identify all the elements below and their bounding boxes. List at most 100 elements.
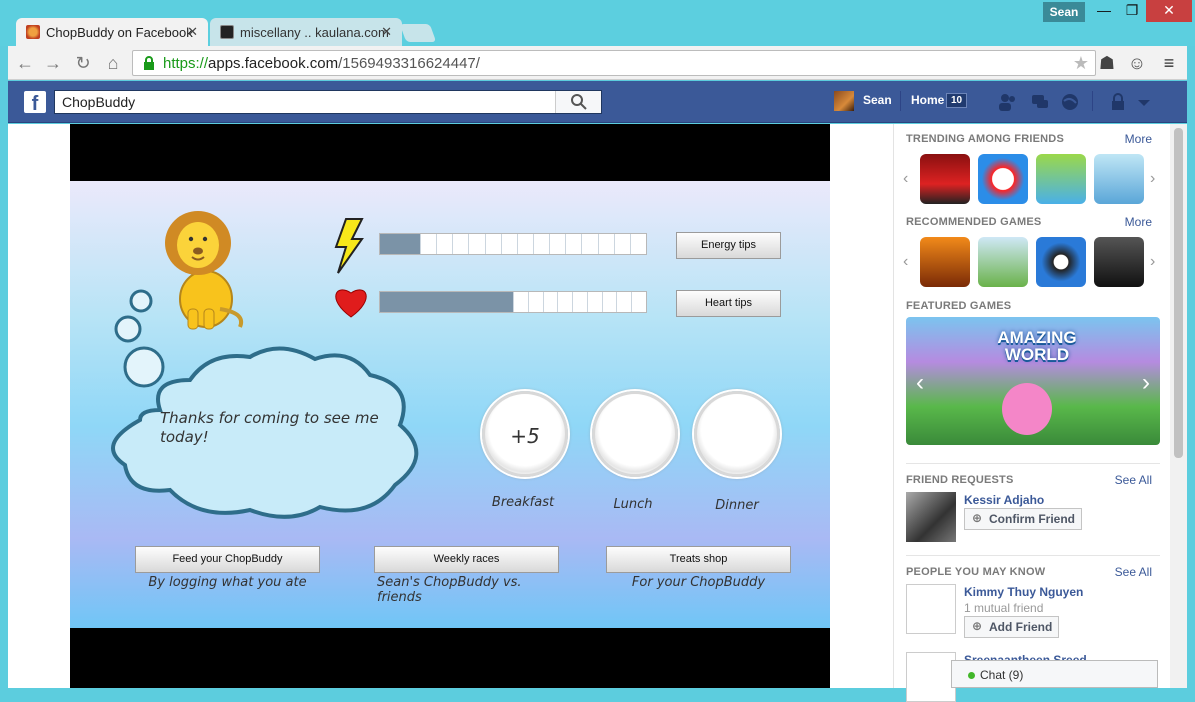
url-host: apps.facebook.com [208, 55, 339, 72]
new-tab-button[interactable] [399, 24, 437, 42]
settings-dropdown-icon[interactable] [1134, 92, 1154, 112]
game-canvas: Thanks for coming to see me today! Energ… [70, 181, 830, 628]
request-name[interactable]: Kessir Adjaho [964, 493, 1044, 507]
lunch-plate[interactable] [592, 391, 678, 477]
close-tab-icon[interactable]: ✕ [187, 24, 198, 40]
suggestion-name[interactable]: Kimmy Thuy Nguyen [964, 585, 1083, 599]
friend-requests-see-all[interactable]: See All [1115, 473, 1152, 487]
featured-next-icon[interactable]: › [1142, 369, 1150, 397]
treats-shop-button[interactable]: Treats shop [606, 546, 791, 573]
chat-label: Chat (9) [980, 668, 1024, 682]
confirm-friend-button[interactable]: ⊕ Confirm Friend [964, 508, 1082, 530]
lightning-energy-icon [334, 218, 364, 274]
avatar[interactable] [906, 492, 956, 542]
recommended-more-link[interactable]: More [1125, 215, 1152, 229]
friend-requests-icon[interactable] [998, 92, 1018, 112]
game-thumb-poker[interactable] [920, 154, 970, 204]
scrollbar-thumb[interactable] [1174, 128, 1183, 458]
facebook-logo-icon[interactable]: f [24, 91, 46, 115]
weekly-races-button[interactable]: Weekly races [374, 546, 559, 573]
browser-toolbar: ← → ↻ ⌂ https://apps.facebook.com/156949… [8, 46, 1187, 80]
extension-icon[interactable]: ☗ [1096, 52, 1118, 74]
address-bar[interactable]: https://apps.facebook.com/15694933166244… [132, 50, 1096, 76]
home-icon[interactable]: ⌂ [102, 52, 124, 74]
facebook-bluebar: f ChopBuddy Sean Home 10 [8, 81, 1187, 123]
game-thumb-smurfs[interactable] [1036, 154, 1086, 204]
search-input[interactable]: ChopBuddy [54, 90, 602, 114]
feed-caption: By logging what you ate [148, 575, 307, 590]
recommended-next-icon[interactable]: › [1150, 253, 1155, 271]
breakfast-value: +5 [510, 424, 540, 448]
mutual-friends: 1 mutual friend [964, 601, 1044, 615]
chat-bar[interactable]: Chat (9) [951, 660, 1158, 688]
add-person-icon: ⊕ [972, 619, 983, 633]
featured-heading: FEATURED GAMES [906, 300, 1012, 312]
search-value: ChopBuddy [62, 94, 136, 110]
kaulana-favicon-icon [220, 25, 234, 39]
game-thumb-fast-furious[interactable] [1094, 237, 1144, 287]
messages-icon[interactable] [1030, 92, 1050, 112]
featured-game-banner[interactable]: AMAZING WORLD ‹ › [906, 317, 1160, 445]
trending-prev-icon[interactable]: ‹ [903, 170, 908, 188]
browser-user-badge[interactable]: Sean [1043, 2, 1085, 22]
people-see-all[interactable]: See All [1115, 565, 1152, 579]
friend-requests-heading: FRIEND REQUESTS [906, 474, 1014, 486]
game-thumb-8ball[interactable] [1036, 237, 1086, 287]
races-caption: Sean's ChopBuddy vs. friends [377, 575, 522, 605]
dinner-label: Dinner [715, 498, 759, 513]
back-icon[interactable]: ← [14, 52, 36, 74]
right-sidebar: TRENDING AMONG FRIENDS More ‹ › RECOMMEN… [893, 124, 1170, 702]
trending-more-link[interactable]: More [1125, 132, 1152, 146]
extension-monkey-icon[interactable]: ☺ [1126, 52, 1148, 74]
recommended-prev-icon[interactable]: ‹ [903, 253, 908, 271]
home-link[interactable]: Home [911, 93, 944, 107]
lunch-label: Lunch [613, 497, 653, 512]
url-path: /1569493316624447/ [338, 55, 480, 72]
featured-character [1002, 383, 1052, 435]
trending-heading: TRENDING AMONG FRIENDS [906, 133, 1064, 145]
people-heading: PEOPLE YOU MAY KNOW [906, 566, 1046, 578]
confirm-friend-label: Confirm Friend [989, 512, 1075, 526]
url-scheme: https:// [163, 55, 209, 72]
add-person-icon: ⊕ [972, 511, 983, 525]
heart-tips-button[interactable]: Heart tips [676, 290, 781, 317]
heart-meter [379, 291, 647, 313]
breakfast-label: Breakfast [491, 495, 555, 510]
maximize-icon[interactable]: ❐ [1118, 0, 1146, 22]
tab-title: miscellany .. kaulana.com [240, 25, 389, 40]
reload-icon[interactable]: ↻ [72, 52, 94, 74]
tab-title: ChopBuddy on Facebook [46, 25, 193, 40]
notifications-globe-icon[interactable] [1060, 92, 1080, 112]
tab-kaulana[interactable]: miscellany .. kaulana.com ✕ [210, 18, 402, 46]
avatar[interactable] [906, 652, 956, 702]
game-thumb-deer[interactable] [920, 237, 970, 287]
featured-game-title: AMAZING WORLD [997, 328, 1077, 364]
avatar[interactable] [906, 584, 956, 634]
avatar[interactable] [834, 91, 854, 111]
close-tab-icon[interactable]: ✕ [381, 24, 392, 40]
feed-chopbuddy-button[interactable]: Feed your ChopBuddy [135, 546, 320, 573]
tab-chopbuddy[interactable]: ChopBuddy on Facebook ✕ [16, 18, 208, 46]
add-friend-button[interactable]: ⊕ Add Friend [964, 616, 1060, 638]
breakfast-plate[interactable]: +5 [482, 391, 568, 477]
game-thumb-panda[interactable] [978, 154, 1028, 204]
trending-next-icon[interactable]: › [1150, 170, 1155, 188]
dinner-plate[interactable] [694, 391, 780, 477]
featured-prev-icon[interactable]: ‹ [916, 369, 924, 397]
privacy-lock-icon[interactable] [1108, 92, 1128, 112]
minimize-icon[interactable]: — [1090, 0, 1118, 22]
energy-tips-button[interactable]: Energy tips [676, 232, 781, 259]
game-thumb-runner[interactable] [978, 237, 1028, 287]
profile-link[interactable]: Sean [863, 93, 892, 107]
thought-text: Thanks for coming to see me today! [160, 409, 379, 446]
thought-bubble [111, 289, 419, 519]
game-thumb-halfsky[interactable] [1094, 154, 1144, 204]
add-friend-label: Add Friend [989, 620, 1053, 634]
forward-icon[interactable]: → [42, 52, 64, 74]
lock-icon [144, 56, 154, 70]
close-window-icon[interactable]: ✕ [1146, 0, 1192, 22]
online-dot-icon [968, 672, 975, 679]
menu-icon[interactable]: ≡ [1158, 52, 1180, 74]
bookmark-star-icon[interactable]: ★ [1073, 53, 1089, 74]
search-icon[interactable] [555, 91, 601, 113]
